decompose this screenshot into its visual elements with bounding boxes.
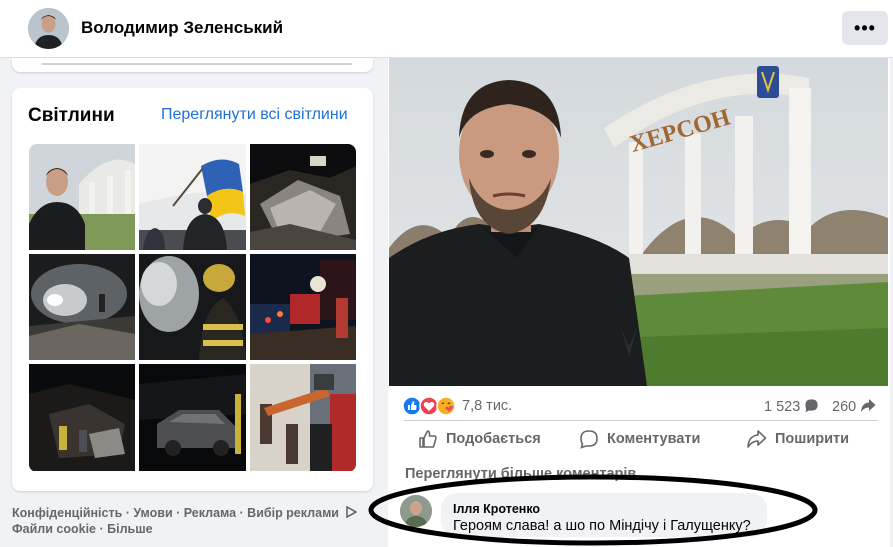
more-options-button[interactable]: ••• bbox=[842, 11, 888, 45]
photo-thumbnail[interactable] bbox=[250, 364, 356, 471]
like-icon bbox=[419, 430, 437, 448]
page-header: Володимир Зеленський ••• bbox=[0, 0, 893, 58]
photo-thumbnail[interactable] bbox=[139, 254, 246, 360]
comment-bubble: Ілля Кротенко Героям слава! а шо по Мінд… bbox=[441, 493, 767, 537]
share-label[interactable]: Поширити bbox=[775, 431, 849, 447]
share-count-icon bbox=[861, 399, 876, 412]
comments-count-value[interactable]: 1 523 bbox=[764, 399, 800, 415]
photo-thumbnail[interactable] bbox=[139, 144, 246, 250]
card-divider bbox=[42, 63, 352, 65]
photos-title: Світлини bbox=[28, 105, 115, 126]
comment-icon bbox=[580, 430, 598, 449]
shares-count-value[interactable]: 260 bbox=[832, 399, 856, 415]
post-photo[interactable]: ХЕРСОН bbox=[389, 58, 888, 386]
view-more-comments-link[interactable]: Переглянути більше коментарів bbox=[405, 466, 636, 482]
photo-thumbnail[interactable] bbox=[139, 364, 246, 471]
photo-thumbnail[interactable] bbox=[250, 254, 356, 360]
like-button[interactable]: Подобається bbox=[418, 427, 541, 451]
footer-links-row-2[interactable]: Файли cookie · Більше bbox=[12, 521, 382, 537]
page-avatar[interactable] bbox=[28, 8, 69, 49]
share-icon bbox=[747, 430, 767, 448]
comment-text: Героям слава! а шо по Міндічу і Галущенк… bbox=[453, 518, 751, 534]
photo-thumbnail[interactable] bbox=[29, 254, 135, 360]
photo-thumbnail[interactable] bbox=[250, 144, 356, 250]
comment-count-icon bbox=[805, 399, 818, 413]
shares-count[interactable]: 260 bbox=[832, 398, 876, 415]
comment-button[interactable]: Коментувати bbox=[579, 427, 700, 451]
stats-divider bbox=[404, 420, 878, 421]
photo-thumbnail[interactable] bbox=[29, 364, 135, 471]
photos-card: Світлини Переглянути всі світлини bbox=[12, 88, 373, 491]
intro-card-bottom bbox=[12, 58, 373, 72]
share-button[interactable]: Поширити bbox=[746, 427, 849, 451]
commenter-avatar[interactable] bbox=[400, 495, 432, 527]
comments-count[interactable]: 1 523 bbox=[764, 398, 819, 415]
footer-line-1[interactable]: Конфіденційність · Умови · Реклама · Виб… bbox=[12, 505, 382, 521]
reaction-icons[interactable] bbox=[402, 396, 458, 416]
see-all-photos-link[interactable]: Переглянути всі світлини bbox=[161, 106, 348, 124]
like-label[interactable]: Подобається bbox=[446, 431, 541, 447]
photo-thumbnail[interactable] bbox=[29, 144, 135, 250]
footer-links-row-1[interactable]: Конфіденційність · Умови · Реклама · Виб… bbox=[12, 506, 339, 520]
reactions-count[interactable]: 7,8 тис. bbox=[462, 398, 512, 414]
photos-grid bbox=[29, 144, 356, 472]
post-stats: 7,8 тис. 1 523 260 bbox=[402, 395, 882, 417]
comment-label[interactable]: Коментувати bbox=[607, 431, 700, 447]
comment-author[interactable]: Ілля Кротенко bbox=[453, 502, 540, 516]
ad-choices-icon bbox=[346, 505, 359, 519]
footer-links: Конфіденційність · Умови · Реклама · Виб… bbox=[12, 505, 382, 537]
page-name[interactable]: Володимир Зеленський bbox=[81, 18, 283, 38]
